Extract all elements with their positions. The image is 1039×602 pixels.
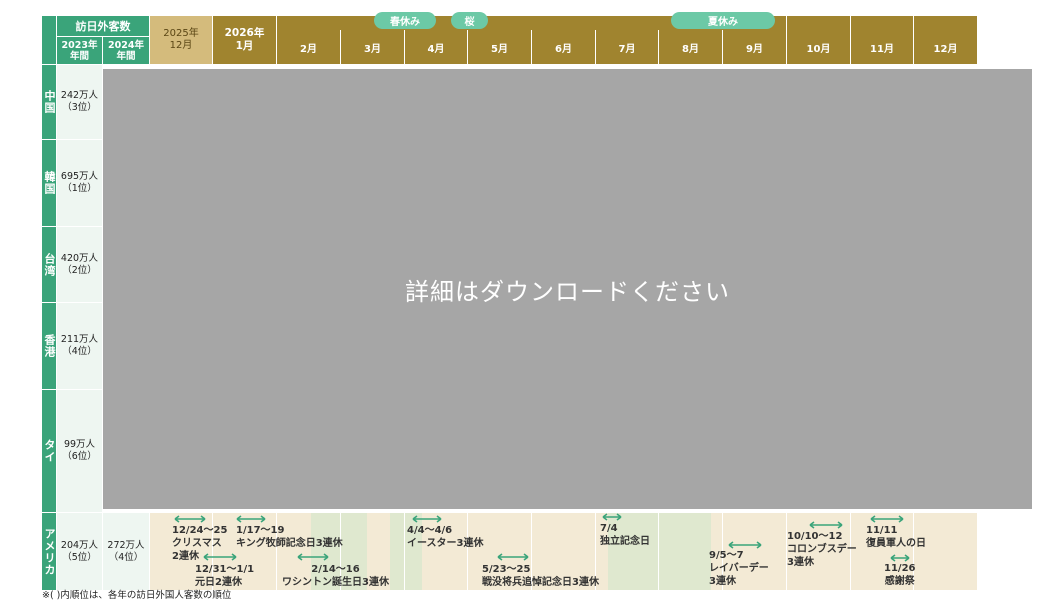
month-header-2026-01: 2026年 1月 bbox=[213, 16, 276, 64]
footnote: ※( )内順位は、各年の訪日外国人客数の順位 bbox=[42, 590, 232, 601]
country-hongkong: 香港 bbox=[42, 303, 56, 389]
month-header-feb: 2月 bbox=[277, 30, 340, 64]
month-header-jun: 6月 bbox=[532, 30, 595, 64]
season-tag-summer-break: 夏休み bbox=[671, 12, 775, 29]
month-header-mar: 3月 bbox=[341, 30, 404, 64]
month-header-oct: 10月 bbox=[787, 16, 850, 64]
country-china: 中国 bbox=[42, 65, 56, 139]
stat-hongkong-2023: 211万人 （4位） bbox=[57, 303, 102, 389]
event-columbus-day: 10/10〜12 コロンブスデー 3連休 bbox=[787, 531, 857, 568]
season-tag-spring-break: 春休み bbox=[374, 12, 436, 29]
stat-thailand-2023: 99万人 （6位） bbox=[57, 390, 102, 512]
visitors-title: 訪日外客数 bbox=[57, 16, 149, 36]
event-easter: 4/4〜4/6 イースター3連休 bbox=[407, 525, 484, 549]
event-independence-day: 7/4 独立記念日 bbox=[600, 523, 650, 547]
event-christmas: 12/24〜25 クリスマス 2連休 bbox=[172, 525, 228, 562]
event-labor-day: 9/5〜7 レイバーデー 3連休 bbox=[709, 550, 769, 587]
event-veterans-day: 11/11 復員軍人の日 bbox=[866, 525, 926, 549]
country-korea: 韓国 bbox=[42, 140, 56, 226]
download-overlay[interactable]: 詳細はダウンロードください bbox=[103, 69, 1032, 509]
event-new-year: 12/31〜1/1 元日2連休 bbox=[195, 564, 255, 588]
month-header-sep: 9月 bbox=[723, 30, 786, 64]
double-arrow-icon bbox=[870, 515, 904, 523]
event-mlk-day: 1/17〜19 キング牧師記念日3連休 bbox=[236, 525, 343, 549]
stat-taiwan-2023: 420万人 （2位） bbox=[57, 227, 102, 302]
double-arrow-icon bbox=[174, 515, 206, 523]
stat-usa-2024: 272万人 （4位） bbox=[103, 513, 149, 590]
month-header-may: 5月 bbox=[468, 30, 531, 64]
season-tag-sakura: 桜 bbox=[451, 12, 488, 29]
event-thanksgiving: 11/26 感謝祭 bbox=[884, 563, 916, 587]
double-arrow-icon bbox=[809, 521, 843, 529]
event-presidents-day: 2/14〜16 ワシントン誕生日3連休 bbox=[282, 564, 389, 588]
event-memorial-day: 5/23〜25 戦没将兵追悼記念日3連休 bbox=[482, 564, 599, 588]
month-header-2025-12: 2025年 12月 bbox=[150, 16, 212, 64]
month-header-aug: 8月 bbox=[659, 30, 722, 64]
grid-line bbox=[658, 513, 659, 590]
double-arrow-icon bbox=[602, 513, 622, 521]
double-arrow-icon bbox=[236, 515, 266, 523]
month-header-jul: 7月 bbox=[596, 30, 658, 64]
header-corner bbox=[42, 16, 56, 64]
year-2023-header: 2023年 年間 bbox=[57, 37, 102, 64]
grid-line bbox=[404, 513, 405, 590]
stat-china-2023: 242万人 （3位） bbox=[57, 65, 102, 139]
month-header-dec: 12月 bbox=[914, 16, 977, 64]
month-header-apr: 4月 bbox=[405, 30, 467, 64]
year-2024-header: 2024年 年間 bbox=[103, 37, 149, 64]
stat-korea-2023: 695万人 （1位） bbox=[57, 140, 102, 226]
country-thailand: タイ bbox=[42, 390, 56, 512]
double-arrow-icon bbox=[412, 515, 442, 523]
double-arrow-icon bbox=[297, 553, 329, 561]
stat-usa-2023: 204万人 （5位） bbox=[57, 513, 102, 590]
double-arrow-icon bbox=[497, 553, 529, 561]
country-usa: アメリカ bbox=[42, 513, 56, 590]
month-header-nov: 11月 bbox=[851, 16, 913, 64]
country-taiwan: 台湾 bbox=[42, 227, 56, 302]
